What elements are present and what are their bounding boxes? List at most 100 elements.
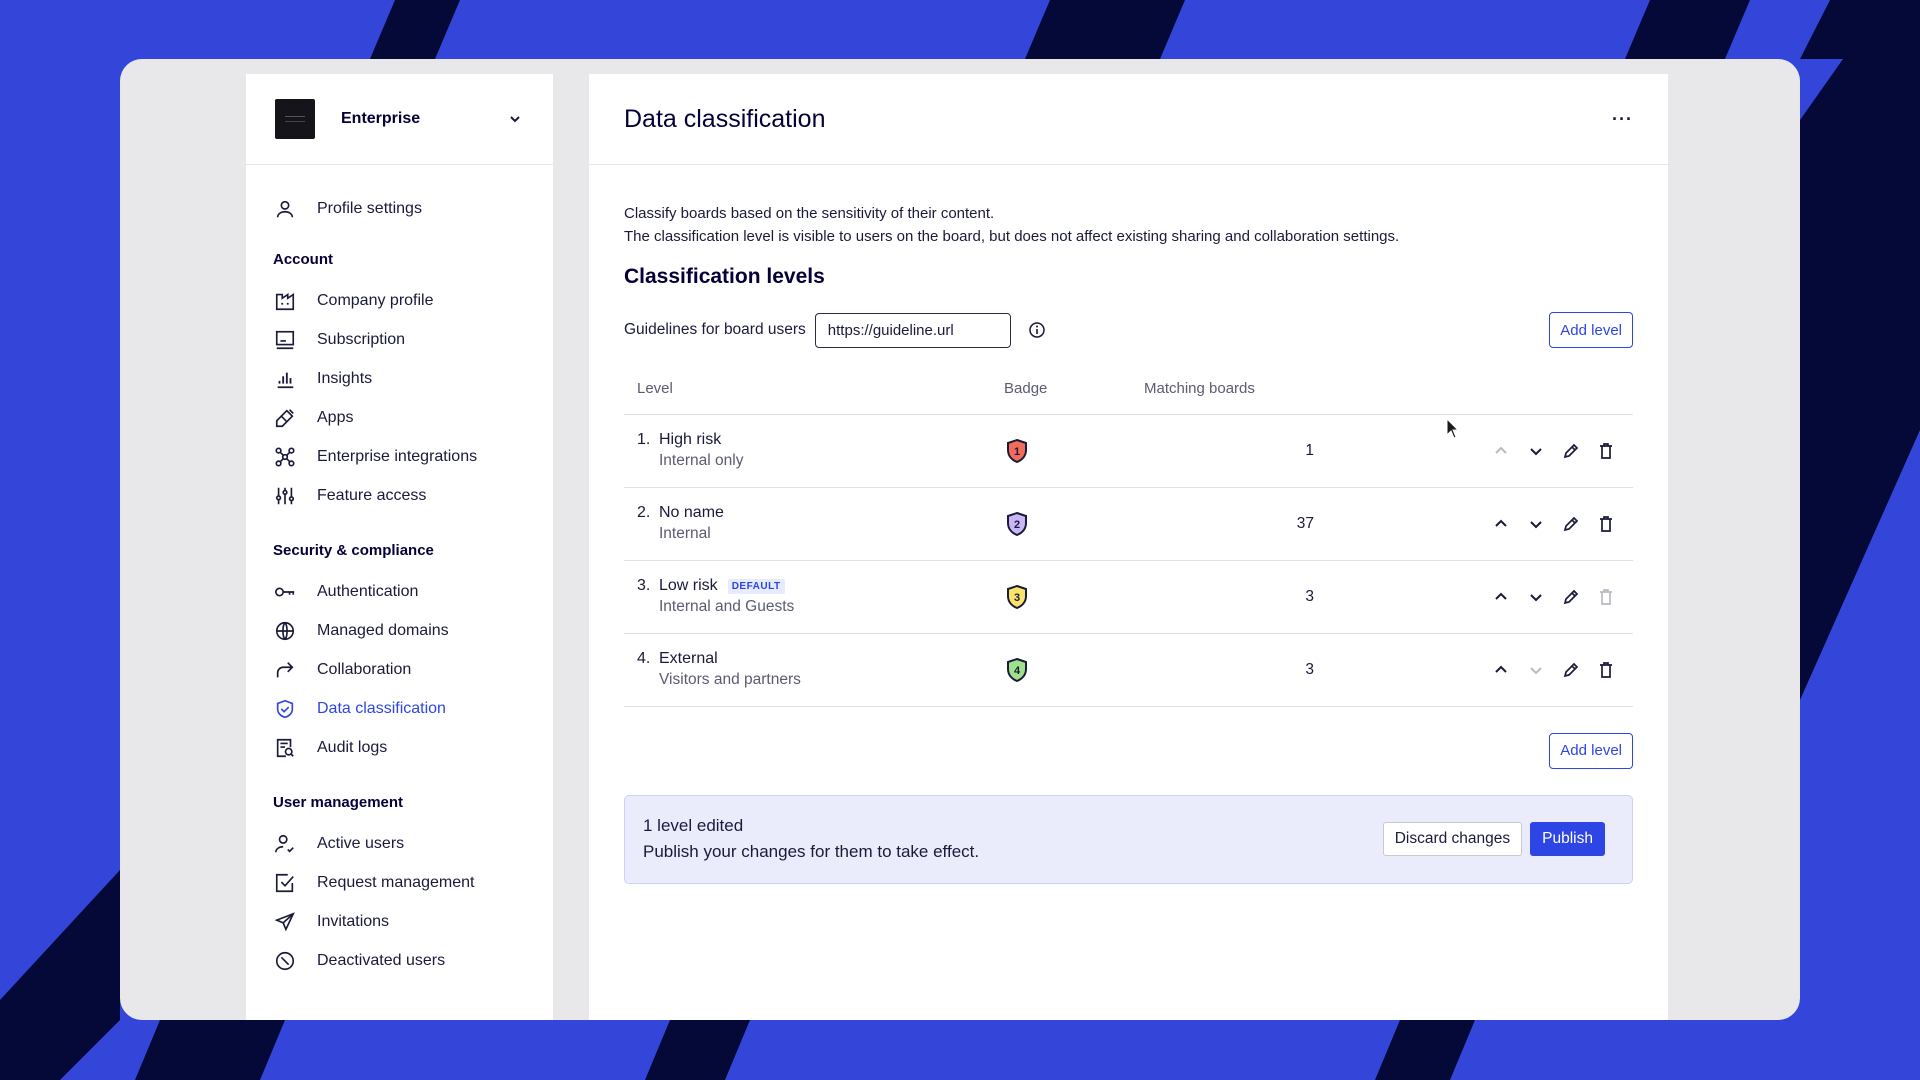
level-description: Internal and Guests (659, 598, 795, 615)
sidebar: Enterprise Profile settings Account Comp… (246, 74, 553, 1020)
section-title-account: Account (273, 251, 333, 268)
network-icon (273, 445, 297, 469)
building-icon (273, 289, 297, 313)
checkbox-icon (273, 871, 297, 895)
sidebar-item-deactivated-users[interactable]: Deactivated users (246, 941, 553, 980)
guidelines-url-input[interactable] (814, 312, 1011, 348)
level-number: 4. (637, 650, 651, 667)
globe-icon (273, 619, 297, 643)
description-line-2: The classification level is visible to u… (624, 228, 1400, 245)
info-icon[interactable] (1028, 321, 1046, 339)
sidebar-item-active-users[interactable]: Active users (246, 824, 553, 863)
page-header: Data classification ··· (589, 74, 1668, 165)
table-row: 2. No name Internal 2 37 (624, 487, 1633, 561)
deactivated-icon (273, 949, 297, 973)
badge-number: 4 (1014, 665, 1021, 677)
header-matching-boards: Matching boards (1144, 377, 1314, 415)
add-level-button-top[interactable]: Add level (1549, 312, 1633, 348)
move-down-button[interactable] (1526, 514, 1546, 534)
description-line-1: Classify boards based on the sensitivity… (624, 205, 995, 222)
edit-pencil-icon[interactable] (1561, 587, 1581, 607)
edit-pencil-icon[interactable] (1561, 660, 1581, 680)
badge-number: 2 (1014, 519, 1020, 531)
delete-trash-icon[interactable] (1596, 660, 1616, 680)
sidebar-item-managed-domains[interactable]: Managed domains (246, 611, 553, 650)
notice-message: Publish your changes for them to take ef… (643, 842, 980, 861)
level-description: Visitors and partners (659, 671, 801, 688)
level-number: 2. (637, 504, 651, 521)
shield-badge-icon: 3 (1007, 584, 1027, 609)
user-check-icon (273, 832, 297, 856)
badge-number: 1 (1014, 446, 1020, 458)
sidebar-nav: Profile settings Account Company profile… (246, 165, 553, 980)
header-badge: Badge (1004, 377, 1144, 415)
edit-pencil-icon[interactable] (1561, 514, 1581, 534)
mouse-cursor-icon (1446, 418, 1460, 439)
level-description: Internal (659, 525, 711, 542)
move-down-button[interactable] (1526, 587, 1546, 607)
add-level-button-bottom[interactable]: Add level (1549, 732, 1633, 769)
publish-button[interactable]: Publish (1530, 822, 1605, 856)
main-panel: Data classification ··· Classify boards … (589, 74, 1668, 1020)
sidebar-item-feature-access[interactable]: Feature access (246, 476, 553, 515)
sidebar-item-enterprise-integrations[interactable]: Enterprise integrations (246, 437, 553, 476)
sidebar-item-request-management[interactable]: Request management (246, 863, 553, 902)
chart-icon (273, 367, 297, 391)
notice-title: 1 level edited (643, 816, 744, 835)
matching-boards-count: 1 (1144, 414, 1314, 488)
edit-pencil-icon[interactable] (1561, 441, 1581, 461)
level-description: Internal only (659, 452, 744, 469)
unpublished-changes-banner: 1 level edited Publish your changes for … (624, 794, 1633, 884)
org-name: Enterprise (341, 110, 421, 127)
level-name: External (659, 650, 718, 667)
delete-trash-icon[interactable] (1596, 514, 1616, 534)
guidelines-row: Guidelines for board users Add level (624, 312, 1633, 348)
sidebar-item-audit-logs[interactable]: Audit logs (246, 728, 553, 767)
sidebar-item-profile-settings[interactable]: Profile settings (246, 189, 553, 228)
sliders-icon (273, 484, 297, 508)
level-number: 3. (637, 577, 651, 594)
share-arrow-icon (273, 658, 297, 682)
person-icon (273, 197, 297, 221)
key-icon (273, 580, 297, 604)
sidebar-item-insights[interactable]: Insights (246, 359, 553, 398)
classification-table: Level Badge Matching boards 1. High risk I… (624, 377, 1633, 707)
sidebar-item-authentication[interactable]: Authentication (246, 572, 553, 611)
sidebar-item-apps[interactable]: Apps (246, 398, 553, 437)
level-name: High risk (659, 431, 722, 448)
sidebar-item-collaboration[interactable]: Collaboration (246, 650, 553, 689)
move-down-button[interactable] (1526, 441, 1546, 461)
org-switcher[interactable]: Enterprise (246, 74, 553, 165)
move-down-button (1526, 660, 1546, 680)
move-up-button[interactable] (1491, 514, 1511, 534)
sidebar-item-data-classification[interactable]: Data classification (246, 689, 553, 728)
level-name: No name (659, 504, 724, 521)
plug-icon (273, 406, 297, 430)
matching-boards-count: 3 (1144, 560, 1314, 634)
more-options-button[interactable]: ··· (1612, 109, 1633, 130)
card-icon (273, 328, 297, 352)
matching-boards-count: 3 (1144, 633, 1314, 707)
delete-trash-icon (1596, 587, 1616, 607)
audit-log-icon (273, 736, 297, 760)
section-title-security: Security & compliance (273, 542, 434, 559)
shield-check-icon (273, 697, 297, 721)
sidebar-item-invitations[interactable]: Invitations (246, 902, 553, 941)
chevron-down-icon[interactable] (507, 111, 523, 127)
sidebar-item-company-profile[interactable]: Company profile (246, 281, 553, 320)
move-up-button[interactable] (1491, 660, 1511, 680)
delete-trash-icon[interactable] (1596, 441, 1616, 461)
header-level: Level (624, 377, 1004, 415)
move-up-button[interactable] (1491, 587, 1511, 607)
shield-badge-icon: 4 (1007, 657, 1027, 682)
table-row: 3. Low risk DEFAULT Internal and Guests 3 3 (624, 560, 1633, 634)
section-title-classification-levels: Classification levels (624, 265, 825, 288)
sidebar-item-subscription[interactable]: Subscription (246, 320, 553, 359)
table-row: 1. High risk Internal only 1 1 (624, 414, 1633, 488)
section-title-user-management: User management (273, 794, 404, 811)
shield-badge-icon: 1 (1007, 438, 1027, 463)
org-logo (275, 99, 315, 139)
discard-changes-button[interactable]: Discard changes (1382, 822, 1523, 856)
send-icon (273, 910, 297, 934)
table-row: 4. External Visitors and partners 4 3 (624, 633, 1633, 707)
